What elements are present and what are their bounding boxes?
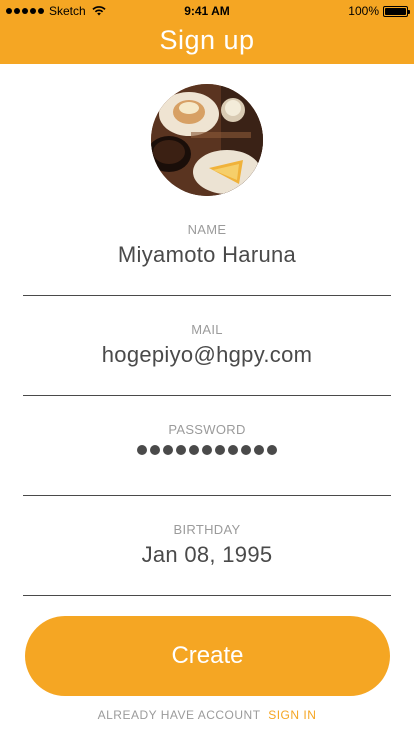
footer: ALREADY HAVE ACCOUNT SIGN IN xyxy=(0,708,414,726)
password-dot xyxy=(241,445,251,455)
name-label: NAME xyxy=(187,222,227,237)
password-dot xyxy=(189,445,199,455)
mail-underline xyxy=(23,395,391,396)
birthday-value[interactable]: Jan 08, 1995 xyxy=(23,540,391,570)
signup-screen: Sketch 9:41 AM 100% Sign up NAME Miyamot… xyxy=(0,0,414,736)
page-title: Sign up xyxy=(159,25,255,55)
password-field[interactable]: PASSWORD xyxy=(23,422,391,496)
name-value[interactable]: Miyamoto Haruna xyxy=(23,240,391,270)
birthday-underline xyxy=(23,595,391,596)
mail-label: MAIL xyxy=(191,322,223,337)
password-dot xyxy=(137,445,147,455)
avatar[interactable] xyxy=(151,84,263,196)
profile-photo xyxy=(151,84,263,196)
birthday-label: BIRTHDAY xyxy=(173,522,241,537)
header: Sketch 9:41 AM 100% Sign up xyxy=(0,0,414,64)
password-dot xyxy=(202,445,212,455)
already-have-account-text: ALREADY HAVE ACCOUNT xyxy=(97,708,261,722)
battery-icon xyxy=(383,5,410,17)
password-dot xyxy=(176,445,186,455)
password-dot xyxy=(267,445,277,455)
mail-value[interactable]: hogepiyo@hgpy.com xyxy=(23,340,391,370)
password-label: PASSWORD xyxy=(168,422,246,437)
status-right: 100% xyxy=(348,4,410,18)
sign-in-link[interactable]: SIGN IN xyxy=(268,708,316,722)
status-bar: Sketch 9:41 AM 100% xyxy=(0,0,414,22)
password-dot xyxy=(228,445,238,455)
password-dot xyxy=(215,445,225,455)
password-dot xyxy=(254,445,264,455)
password-dot xyxy=(150,445,160,455)
birthday-field[interactable]: BIRTHDAY Jan 08, 1995 xyxy=(23,522,391,596)
name-underline xyxy=(23,295,391,296)
mail-field[interactable]: MAIL hogepiyo@hgpy.com xyxy=(23,322,391,396)
password-dot xyxy=(163,445,173,455)
password-underline xyxy=(23,495,391,496)
create-button[interactable]: Create xyxy=(25,616,390,696)
password-value[interactable] xyxy=(23,445,391,465)
battery-percent: 100% xyxy=(348,4,379,18)
name-field[interactable]: NAME Miyamoto Haruna xyxy=(23,222,391,296)
